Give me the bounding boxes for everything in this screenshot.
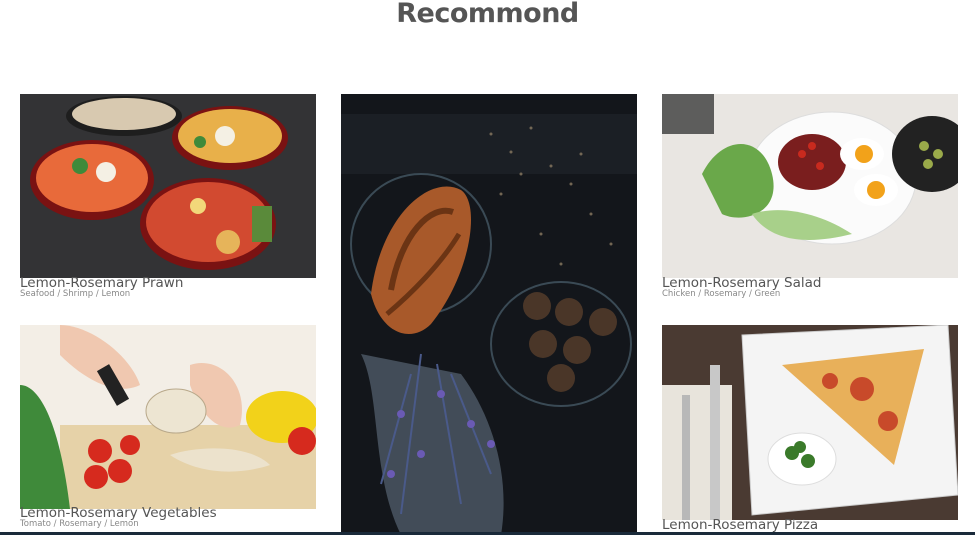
card-tags: Seafood / Shrimp / Lemon: [20, 289, 131, 299]
pizza-slice-photo[interactable]: [662, 325, 958, 520]
recipe-card-salad[interactable]: Lemon-Rosemary Salad Chicken / Rosemary …: [662, 94, 958, 300]
recipe-card-vegetables[interactable]: Lemon-Rosemary Vegetables Tomato / Rosem…: [20, 325, 316, 535]
croissant-photo[interactable]: [341, 94, 637, 535]
recipe-card-croissant[interactable]: [341, 94, 637, 535]
card-tags: Tomato / Rosemary / Lemon: [20, 519, 139, 529]
card-tags: Chicken / Rosemary / Green: [662, 289, 781, 299]
section-title: Recommond: [396, 0, 579, 29]
recommend-section: Recommond Lemon-Rosemary Prawn Seafood /…: [0, 0, 975, 535]
bento-platters-photo[interactable]: [20, 94, 316, 278]
recipe-card-pizza[interactable]: Lemon-Rosemary Pizza: [662, 325, 958, 535]
chopping-vegetables-photo[interactable]: [20, 325, 316, 509]
card-title[interactable]: Lemon-Rosemary Pizza: [662, 518, 818, 533]
recipe-card-prawn[interactable]: Lemon-Rosemary Prawn Seafood / Shrimp / …: [20, 94, 316, 300]
salad-eggs-photo[interactable]: [662, 94, 958, 278]
